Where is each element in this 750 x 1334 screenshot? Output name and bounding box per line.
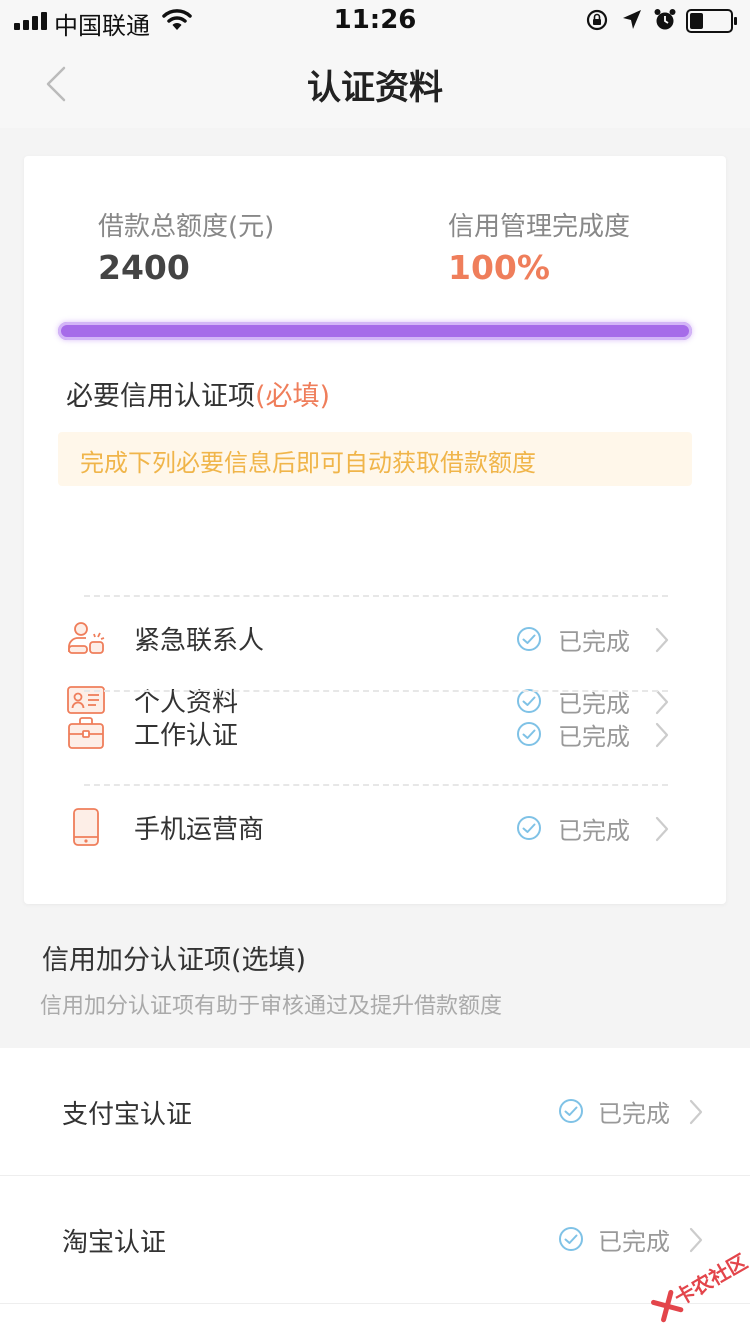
required-item-mobile-carrier[interactable]: 手机运营商 已完成 xyxy=(24,785,726,879)
nav-bar: 认证资料 xyxy=(0,40,750,128)
required-item-label: 手机运营商 xyxy=(134,815,265,845)
required-item-work-verification[interactable]: 工作认证 已完成 xyxy=(24,691,726,785)
contact-icon xyxy=(68,622,105,654)
check-circle-icon xyxy=(517,722,541,746)
status-text: 已完成 xyxy=(598,1100,670,1128)
status-text: 已完成 xyxy=(558,817,630,845)
bonus-item-label: 支付宝认证 xyxy=(62,1100,193,1130)
required-item-label: 工作认证 xyxy=(134,721,239,751)
check-circle-icon xyxy=(517,816,541,840)
status-text: 已完成 xyxy=(558,723,630,751)
check-circle-icon xyxy=(517,627,541,651)
status-text: 已完成 xyxy=(558,628,630,656)
chevron-right-icon xyxy=(655,627,669,653)
item-divider xyxy=(0,1303,750,1304)
completion-label: 信用管理完成度 xyxy=(448,212,631,242)
required-item-label: 紧急联系人 xyxy=(134,626,265,656)
alarm-icon xyxy=(654,9,676,30)
page-title: 认证资料 xyxy=(307,68,443,108)
location-icon xyxy=(623,10,641,29)
briefcase-icon xyxy=(68,717,104,749)
required-section-title: 必要信用认证项(必填) xyxy=(66,374,330,413)
completion-progress-bar xyxy=(58,322,692,340)
loan-limit-value: 2400 xyxy=(98,248,190,287)
bonus-section-subtitle: 信用加分认证项有助于审核通过及提升借款额度 xyxy=(40,994,503,1019)
rotation-lock-icon xyxy=(586,9,608,31)
required-tag: (必填) xyxy=(255,381,331,412)
required-title-text: 必要信用认证项 xyxy=(66,381,255,412)
watermark-text: 卡农社区 xyxy=(670,1249,750,1311)
bonus-list: 支付宝认证 已完成 淘宝认证 已完成 xyxy=(0,1048,750,1334)
check-circle-icon xyxy=(559,1227,583,1251)
bonus-section-title: 信用加分认证项(选填) xyxy=(42,945,307,976)
required-item-emergency-contact[interactable]: 紧急联系人 已完成 xyxy=(24,596,726,690)
status-text: 已完成 xyxy=(598,1228,670,1256)
notice-text: 完成下列必要信息后即可自动获取借款额度 xyxy=(80,449,536,477)
bonus-item-taobao[interactable]: 淘宝认证 已完成 xyxy=(0,1176,750,1304)
chevron-right-icon xyxy=(655,816,669,842)
battery-icon xyxy=(686,9,737,33)
bonus-item-alipay[interactable]: 支付宝认证 已完成 xyxy=(0,1048,750,1176)
chevron-right-icon xyxy=(655,722,669,748)
phone-icon xyxy=(73,808,99,846)
credit-card-panel: 借款总额度(元) 2400 信用管理完成度 100% 必要信用认证项(必填) 完… xyxy=(24,156,726,904)
loan-limit-label: 借款总额度(元) xyxy=(98,212,275,242)
bonus-item-label: 淘宝认证 xyxy=(62,1228,167,1258)
completion-progress-fill xyxy=(58,322,692,340)
completion-value: 100% xyxy=(448,248,550,287)
check-circle-icon xyxy=(559,1099,583,1123)
notice-banner: 完成下列必要信息后即可自动获取借款额度 xyxy=(58,432,692,486)
chevron-right-icon xyxy=(689,1099,703,1125)
status-bar: 中国联通 11:26 xyxy=(0,0,750,40)
